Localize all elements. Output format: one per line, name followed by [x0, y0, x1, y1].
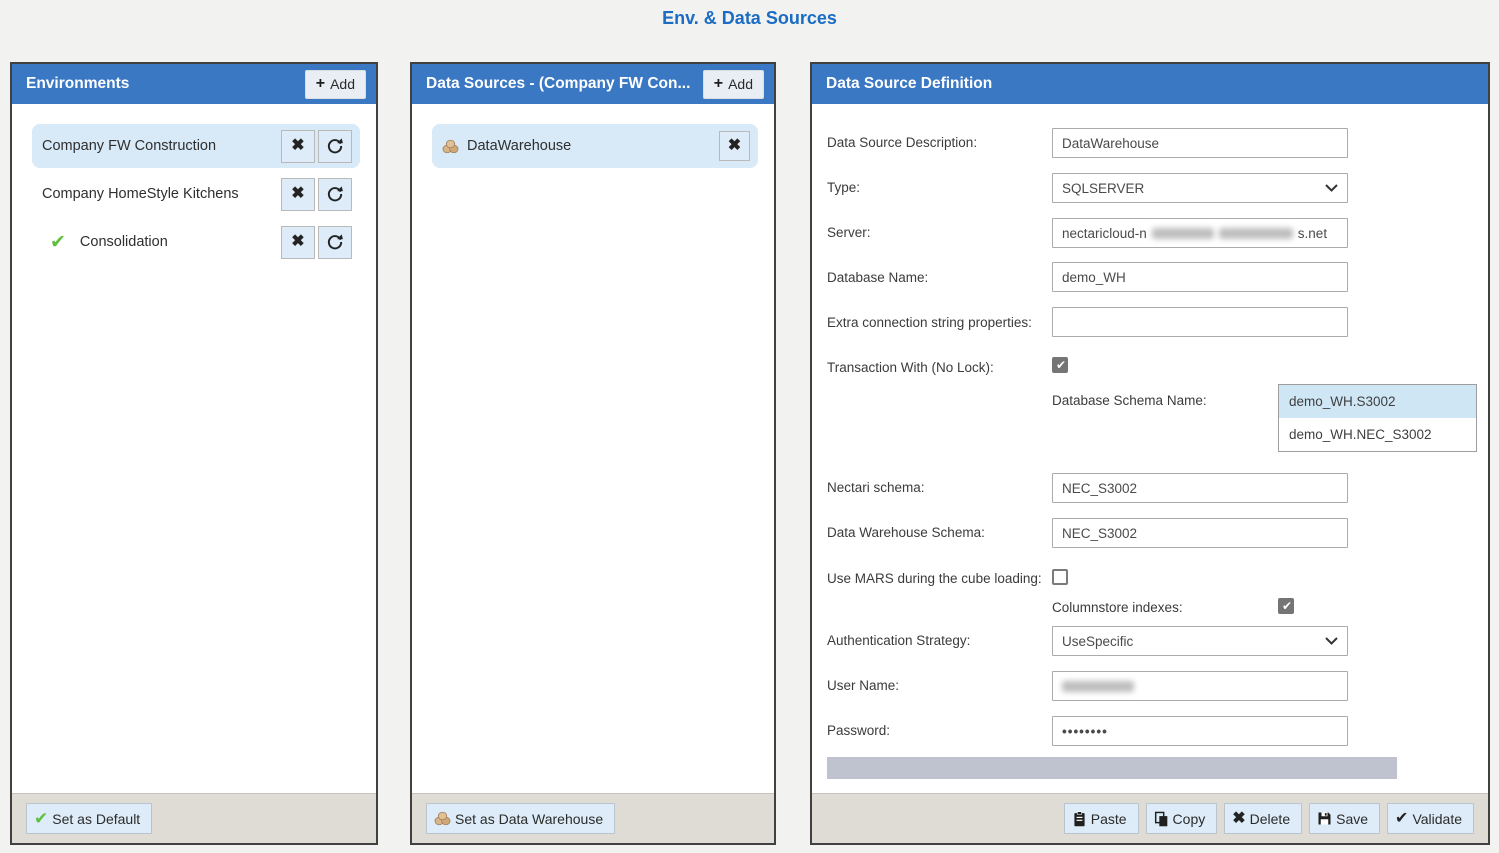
environment-row[interactable]: Company FW Construction ✖ [32, 124, 360, 168]
copy-icon [1154, 811, 1169, 827]
user-name-input[interactable] [1052, 671, 1348, 701]
extra-props-input[interactable] [1052, 307, 1348, 337]
transaction-nolock-label: Transaction With (No Lock): [827, 360, 994, 375]
database-name-label: Database Name: [827, 270, 928, 285]
refresh-icon [326, 233, 344, 251]
environment-label: Company HomeStyle Kitchens [42, 186, 239, 202]
password-label: Password: [827, 723, 890, 738]
paste-button[interactable]: Paste [1064, 803, 1139, 834]
close-icon: ✖ [291, 138, 304, 154]
chevron-down-icon [1325, 637, 1338, 645]
redacted-text [1219, 228, 1293, 239]
use-mars-checkbox[interactable] [1052, 569, 1068, 585]
datasources-panel: Data Sources - (Company FW Con... + Add … [410, 62, 776, 845]
page-title: Env. & Data Sources [0, 8, 1499, 29]
delete-datasource-button[interactable]: ✖ [719, 131, 750, 161]
transaction-nolock-checkbox[interactable] [1052, 357, 1068, 373]
definition-panel-title: Data Source Definition [826, 75, 992, 93]
extra-props-label: Extra connection string properties: [827, 315, 1032, 330]
close-icon: ✖ [1232, 811, 1245, 827]
environment-row[interactable]: Company HomeStyle Kitchens ✖ [32, 172, 360, 216]
definition-form: Data Source Description: Type: SQLSERVER… [812, 104, 1488, 793]
paste-icon [1072, 811, 1087, 827]
server-label: Server: [827, 225, 871, 240]
environment-label: Consolidation [80, 234, 168, 250]
schema-option[interactable]: demo_WH.S3002 [1279, 385, 1476, 418]
add-environment-button[interactable]: + Add [305, 70, 366, 99]
datasource-row[interactable]: DataWarehouse ✖ [432, 124, 758, 168]
server-input[interactable]: nectaricloud-n s.net [1052, 218, 1348, 248]
use-mars-label: Use MARS during the cube loading: [827, 571, 1042, 586]
datasources-panel-footer: Set as Data Warehouse [412, 793, 774, 843]
close-icon: ✖ [728, 138, 741, 154]
description-input[interactable] [1052, 128, 1348, 158]
environment-label: Company FW Construction [42, 138, 216, 154]
default-check-icon: ✔ [50, 231, 66, 254]
add-datasource-button[interactable]: + Add [703, 70, 764, 99]
redacted-text [1062, 681, 1134, 692]
environment-row[interactable]: ✔ Consolidation ✖ [32, 220, 360, 264]
datasources-panel-header: Data Sources - (Company FW Con... + Add [412, 64, 774, 104]
nectari-schema-label: Nectari schema: [827, 480, 925, 495]
check-icon: ✔ [1395, 811, 1408, 827]
nectari-schema-input[interactable] [1052, 473, 1348, 503]
save-icon [1317, 811, 1332, 826]
datasources-panel-title: Data Sources - (Company FW Con... [426, 75, 690, 93]
redacted-text [1152, 228, 1214, 239]
delete-environment-button[interactable]: ✖ [281, 178, 315, 211]
dw-schema-label: Data Warehouse Schema: [827, 525, 985, 540]
validate-button[interactable]: ✔ Validate [1387, 803, 1474, 834]
progress-bar [827, 757, 1397, 779]
plus-icon: + [316, 75, 325, 93]
definition-panel-footer: Paste Copy ✖ Delete Save ✔ Validate [812, 793, 1488, 843]
refresh-environment-button[interactable] [318, 130, 352, 163]
refresh-environment-button[interactable] [318, 178, 352, 211]
chevron-down-icon [1325, 184, 1338, 192]
delete-environment-button[interactable]: ✖ [281, 226, 315, 259]
close-icon: ✖ [291, 234, 304, 250]
datasources-list: DataWarehouse ✖ [412, 104, 774, 793]
refresh-icon [326, 137, 344, 155]
refresh-environment-button[interactable] [318, 226, 352, 259]
password-input[interactable] [1052, 716, 1348, 746]
plus-icon: + [714, 75, 723, 93]
auth-strategy-label: Authentication Strategy: [827, 633, 970, 648]
close-icon: ✖ [291, 186, 304, 202]
check-icon: ✔ [34, 809, 48, 829]
definition-panel: Data Source Definition Data Source Descr… [810, 62, 1490, 845]
description-label: Data Source Description: [827, 135, 977, 150]
definition-panel-header: Data Source Definition [812, 64, 1488, 104]
save-button[interactable]: Save [1309, 803, 1380, 834]
environments-list: Company FW Construction ✖ Company HomeSt… [12, 104, 376, 793]
dw-schema-input[interactable] [1052, 518, 1348, 548]
columnstore-checkbox[interactable] [1278, 598, 1294, 614]
set-as-default-button[interactable]: ✔ Set as Default [26, 803, 152, 834]
type-select[interactable]: SQLSERVER [1052, 173, 1348, 203]
warehouse-icon [442, 139, 459, 154]
environments-panel-footer: ✔ Set as Default [12, 793, 376, 843]
schema-list-label: Database Schema Name: [1052, 393, 1207, 408]
datasource-label: DataWarehouse [467, 138, 571, 154]
columnstore-label: Columnstore indexes: [1052, 600, 1183, 615]
refresh-icon [326, 185, 344, 203]
environments-panel-header: Environments + Add [12, 64, 376, 104]
type-label: Type: [827, 180, 860, 195]
user-name-label: User Name: [827, 678, 899, 693]
auth-strategy-select[interactable]: UseSpecific [1052, 626, 1348, 656]
schema-listbox: demo_WH.S3002 demo_WH.NEC_S3002 [1278, 384, 1477, 452]
environments-panel: Environments + Add Company FW Constructi… [10, 62, 378, 845]
copy-button[interactable]: Copy [1146, 803, 1218, 834]
warehouse-icon [434, 811, 451, 826]
database-name-input[interactable] [1052, 262, 1348, 292]
schema-option[interactable]: demo_WH.NEC_S3002 [1279, 418, 1476, 451]
delete-button[interactable]: ✖ Delete [1224, 803, 1302, 834]
delete-environment-button[interactable]: ✖ [281, 130, 315, 163]
set-as-data-warehouse-button[interactable]: Set as Data Warehouse [426, 803, 615, 834]
environments-panel-title: Environments [26, 75, 129, 93]
